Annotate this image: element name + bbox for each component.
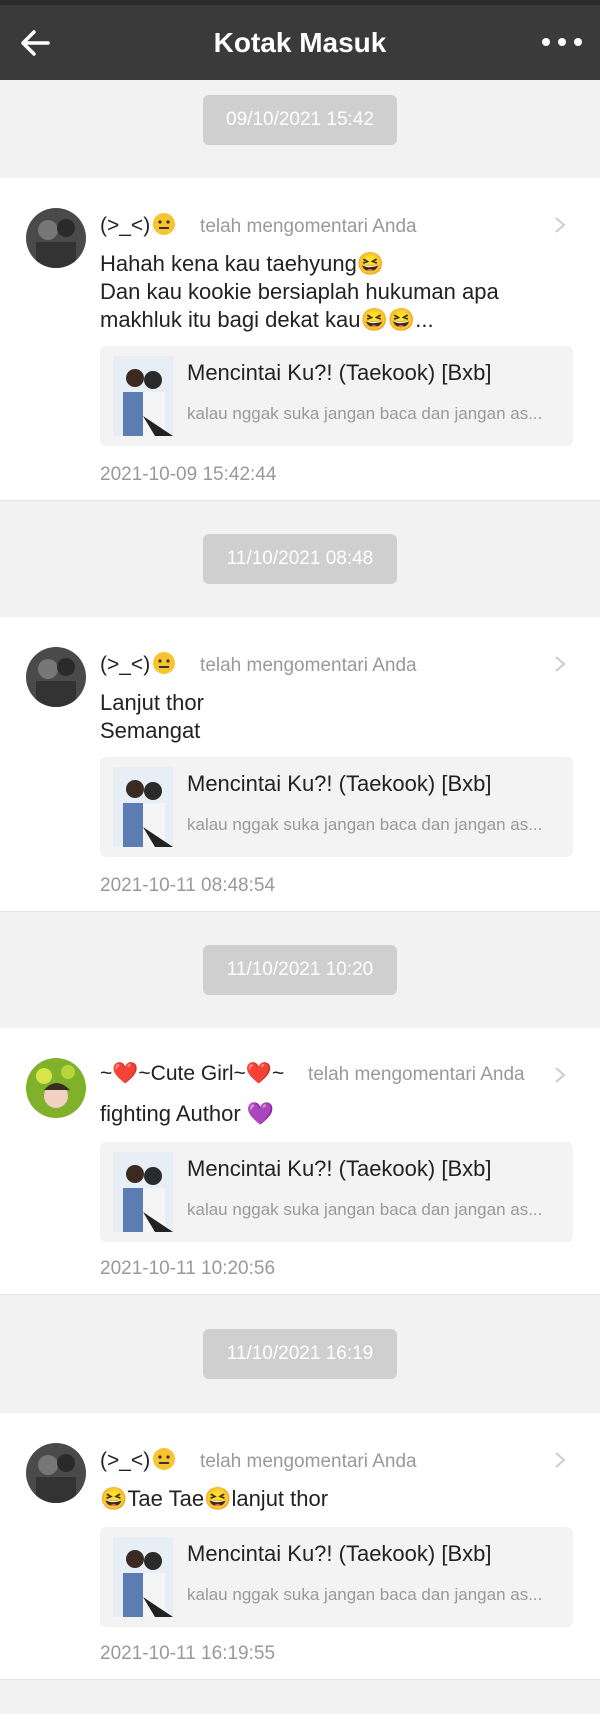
username[interactable]: ~❤️~Cute Girl~❤️~ (100, 1062, 284, 1085)
neutral-face-icon (153, 1448, 176, 1470)
notification-card[interactable]: (>_<) telah mengomentari Anda Hahah kena… (0, 178, 600, 501)
comment-header: (>_<) telah mengomentari Anda (100, 212, 570, 242)
comment-header: (>_<) telah mengomentari Anda (100, 651, 570, 681)
avatar[interactable] (26, 647, 86, 707)
comment-text: 😆Tae Tae😆lanjut thor (100, 1486, 329, 1511)
book-cover (113, 1537, 173, 1617)
more-horizontal-icon[interactable] (542, 38, 582, 48)
action-text: telah mengomentari Anda (200, 216, 417, 237)
comment-text: Hahah kena kau taehyung😆 Dan kau kookie … (100, 251, 499, 332)
notification-card[interactable]: ~❤️~Cute Girl~❤️~ telah mengomentari And… (0, 1028, 600, 1295)
comment-text: fighting Author 💜 (100, 1101, 275, 1126)
book-title: Mencintai Ku?! (Taekook) [Bxb] (187, 1156, 492, 1181)
book-link[interactable]: Mencintai Ku?! (Taekook) [Bxb] kalau ngg… (100, 1527, 573, 1627)
book-link[interactable]: Mencintai Ku?! (Taekook) [Bxb] kalau ngg… (100, 346, 573, 446)
book-description: kalau nggak suka jangan baca dan jangan … (187, 1200, 543, 1219)
book-description: kalau nggak suka jangan baca dan jangan … (187, 404, 543, 423)
avatar[interactable] (26, 1443, 86, 1503)
book-cover (113, 1152, 173, 1232)
chevron-right-icon[interactable] (554, 655, 566, 673)
book-description: kalau nggak suka jangan baca dan jangan … (187, 1585, 543, 1604)
date-badge: 11/10/2021 08:48 (203, 534, 397, 584)
username[interactable]: (>_<) (100, 214, 150, 237)
date-badge: 09/10/2021 15:42 (203, 95, 397, 145)
username[interactable]: (>_<) (100, 1449, 150, 1472)
date-badge: 11/10/2021 16:19 (203, 1329, 397, 1379)
action-text: telah mengomentari Anda (200, 1451, 417, 1472)
chevron-right-icon[interactable] (554, 1451, 566, 1469)
comment-text: Lanjut thor Semangat (100, 690, 204, 743)
avatar[interactable] (26, 1058, 86, 1118)
book-link[interactable]: Mencintai Ku?! (Taekook) [Bxb] kalau ngg… (100, 757, 573, 857)
top-bar: Kotak Masuk (0, 0, 600, 80)
action-text: telah mengomentari Anda (308, 1064, 525, 1085)
book-title: Mencintai Ku?! (Taekook) [Bxb] (187, 771, 492, 796)
comment-header: (>_<) telah mengomentari Anda (100, 1447, 570, 1477)
timestamp: 2021-10-11 10:20:56 (100, 1258, 276, 1279)
book-description: kalau nggak suka jangan baca dan jangan … (187, 815, 543, 834)
book-cover (113, 356, 173, 436)
comment-header: ~❤️~Cute Girl~❤️~ telah mengomentari And… (100, 1062, 570, 1092)
notification-card[interactable]: (>_<) telah mengomentari Anda 😆Tae Tae😆l… (0, 1413, 600, 1680)
avatar[interactable] (26, 208, 86, 268)
book-title: Mencintai Ku?! (Taekook) [Bxb] (187, 1541, 492, 1566)
username[interactable]: (>_<) (100, 653, 150, 676)
timestamp: 2021-10-09 15:42:44 (100, 464, 277, 485)
chevron-right-icon[interactable] (554, 1066, 566, 1084)
notification-card[interactable]: (>_<) telah mengomentari Anda Lanjut tho… (0, 617, 600, 912)
timestamp: 2021-10-11 16:19:55 (100, 1643, 276, 1664)
timestamp: 2021-10-11 08:48:54 (100, 875, 276, 896)
chevron-right-icon[interactable] (554, 216, 566, 234)
book-title: Mencintai Ku?! (Taekook) [Bxb] (187, 360, 492, 385)
page-title: Kotak Masuk (213, 27, 387, 58)
neutral-face-icon (153, 213, 176, 235)
book-cover (113, 767, 173, 847)
date-badge: 11/10/2021 10:20 (203, 945, 397, 995)
action-text: telah mengomentari Anda (200, 655, 417, 676)
neutral-face-icon (153, 652, 176, 674)
book-link[interactable]: Mencintai Ku?! (Taekook) [Bxb] kalau ngg… (100, 1142, 573, 1242)
